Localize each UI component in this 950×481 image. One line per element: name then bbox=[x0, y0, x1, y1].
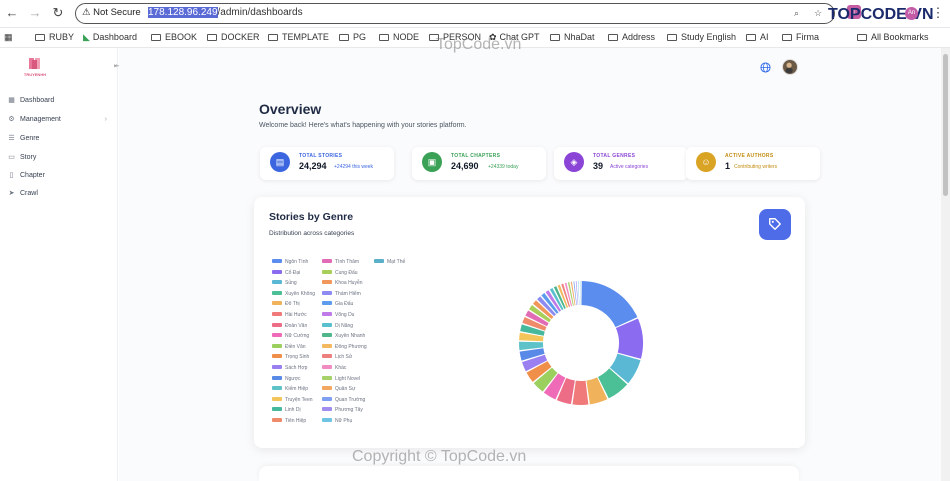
browser-toolbar: ← → ↻ ⚠ Not Secure 178.128.96.249/admin/… bbox=[0, 0, 950, 28]
profile-avatar[interactable]: An bbox=[905, 7, 918, 20]
document-icon: ▣ bbox=[422, 152, 442, 172]
bookmark-star-icon[interactable]: ☆ bbox=[814, 8, 822, 19]
bookmark-nhadat[interactable]: NhaDat bbox=[550, 32, 595, 42]
folder-icon bbox=[35, 34, 45, 41]
zoom-icon[interactable]: ⌕ bbox=[794, 8, 799, 19]
chevron-right-icon: › bbox=[104, 116, 107, 123]
stat-value: 1 bbox=[725, 161, 731, 171]
bookmark-ai[interactable]: AI bbox=[746, 32, 769, 42]
gear-icon: ⚙ bbox=[8, 116, 15, 123]
bookmark-study-english[interactable]: Study English bbox=[667, 32, 736, 42]
folder-icon bbox=[207, 34, 217, 41]
donut-slice[interactable] bbox=[578, 281, 580, 306]
bookmark-pg[interactable]: PG bbox=[339, 32, 366, 42]
stat-label: ACTIVE AUTHORS bbox=[725, 153, 774, 159]
bookmark-ebook[interactable]: EBOOK bbox=[151, 32, 197, 42]
document-icon: ▯ bbox=[9, 172, 14, 179]
genre-donut-chart bbox=[519, 281, 643, 405]
grid-icon: ▦ bbox=[8, 97, 15, 104]
sidebar-item-story[interactable]: ▭ Story bbox=[7, 152, 36, 164]
layers-icon: ◈ bbox=[564, 152, 584, 172]
watermark-top: TopCode.vn bbox=[436, 36, 522, 53]
send-icon: ➤ bbox=[8, 190, 15, 197]
stat-card-active-authors[interactable]: ☺ ACTIVE AUTHORS 1 Contributing writers bbox=[686, 147, 820, 180]
folder-icon bbox=[608, 34, 618, 41]
back-icon[interactable]: ← bbox=[4, 5, 20, 21]
page-subtitle: Welcome back! Here's what's happening wi… bbox=[259, 122, 467, 129]
sidebar-item-crawl[interactable]: ➤ Crawl bbox=[7, 188, 38, 200]
folder-icon bbox=[857, 34, 867, 41]
folder-icon bbox=[746, 34, 756, 41]
stat-sub: +24339 today bbox=[488, 164, 519, 170]
stat-label: TOTAL STORIES bbox=[299, 153, 343, 159]
folder-icon bbox=[550, 34, 560, 41]
stat-card-total-stories[interactable]: ▤ TOTAL STORIES 24,294 +24294 this week bbox=[260, 147, 394, 180]
folder-icon bbox=[339, 34, 349, 41]
users-icon: ☺ bbox=[696, 152, 716, 172]
reload-icon[interactable]: ↻ bbox=[50, 5, 66, 21]
book-icon: ▭ bbox=[8, 154, 15, 161]
sidebar-item-genre[interactable]: ☰ Genre bbox=[7, 133, 39, 145]
donut-slice[interactable] bbox=[572, 380, 589, 405]
brand-text: TRUYENHH bbox=[24, 72, 46, 77]
stat-value: 39 bbox=[593, 161, 604, 171]
folder-icon bbox=[667, 34, 677, 41]
user-photo-icon bbox=[785, 62, 793, 74]
bookmark-dashboard[interactable]: ◣ Dashboard bbox=[83, 32, 137, 43]
bookmark-docker[interactable]: DOCKER bbox=[207, 32, 260, 42]
folder-icon bbox=[151, 34, 161, 41]
brand-logo[interactable]: TRUYENHH bbox=[22, 56, 48, 78]
stat-card-total-genres[interactable]: ◈ TOTAL GENRES 39 Active categories bbox=[554, 147, 688, 180]
stat-sub: Active categories bbox=[610, 164, 649, 170]
bookmark-ruby[interactable]: RUBY bbox=[35, 32, 74, 42]
user-avatar[interactable] bbox=[782, 59, 798, 75]
scrollbar-thumb[interactable] bbox=[943, 54, 948, 196]
sidebar: TRUYENHH ⇤ ▦ Dashboard ⚙ Management › ☰ Genr… bbox=[0, 48, 120, 481]
next-section-card bbox=[259, 466, 799, 481]
stat-card-total-chapters[interactable]: ▣ TOTAL CHAPTERS 24,690 +24339 today bbox=[412, 147, 546, 180]
sidebar-item-chapter[interactable]: ▯ Chapter bbox=[7, 170, 45, 182]
folder-icon bbox=[268, 34, 278, 41]
bookmark-node[interactable]: NODE bbox=[379, 32, 419, 42]
sidebar-item-dashboard[interactable]: ▦ Dashboard bbox=[7, 95, 54, 107]
all-bookmarks[interactable]: All Bookmarks bbox=[857, 32, 929, 42]
folder-icon bbox=[379, 34, 389, 41]
apps-icon[interactable]: ▦ bbox=[4, 32, 13, 43]
url-text[interactable]: 178.128.96.249/admin/dashboards bbox=[148, 7, 303, 18]
address-bar[interactable]: ⚠ Not Secure 178.128.96.249/admin/dashbo… bbox=[75, 3, 835, 24]
stat-label: TOTAL GENRES bbox=[593, 153, 636, 159]
stat-value: 24,294 bbox=[299, 161, 327, 171]
security-indicator[interactable]: ⚠ Not Secure bbox=[82, 7, 141, 18]
watermark-bottom: Copyright © TopCode.vn bbox=[352, 448, 527, 465]
dashboard-favicon-icon: ◣ bbox=[83, 32, 90, 42]
stat-sub: +24294 this week bbox=[334, 164, 374, 170]
sidebar-item-management[interactable]: ⚙ Management › bbox=[7, 114, 107, 126]
donut-slice[interactable] bbox=[570, 281, 576, 306]
stat-label: TOTAL CHAPTERS bbox=[451, 153, 501, 159]
bookmark-address[interactable]: Address bbox=[608, 32, 655, 42]
bookmark-template[interactable]: TEMPLATE bbox=[268, 32, 329, 42]
page-title: Overview bbox=[259, 101, 322, 117]
donut-slice[interactable] bbox=[581, 281, 638, 328]
folder-icon bbox=[782, 34, 792, 41]
globe-icon[interactable] bbox=[760, 62, 771, 73]
list-icon: ☰ bbox=[8, 135, 15, 142]
menu-icon[interactable]: ⋮ bbox=[930, 5, 946, 21]
forward-icon[interactable]: → bbox=[27, 5, 43, 21]
bookmark-firma[interactable]: Firma bbox=[782, 32, 819, 42]
book-icon: ▤ bbox=[270, 152, 290, 172]
donut-slice[interactable] bbox=[579, 281, 581, 306]
stat-value: 24,690 bbox=[451, 161, 479, 171]
stat-sub: Contributing writers bbox=[734, 164, 778, 170]
